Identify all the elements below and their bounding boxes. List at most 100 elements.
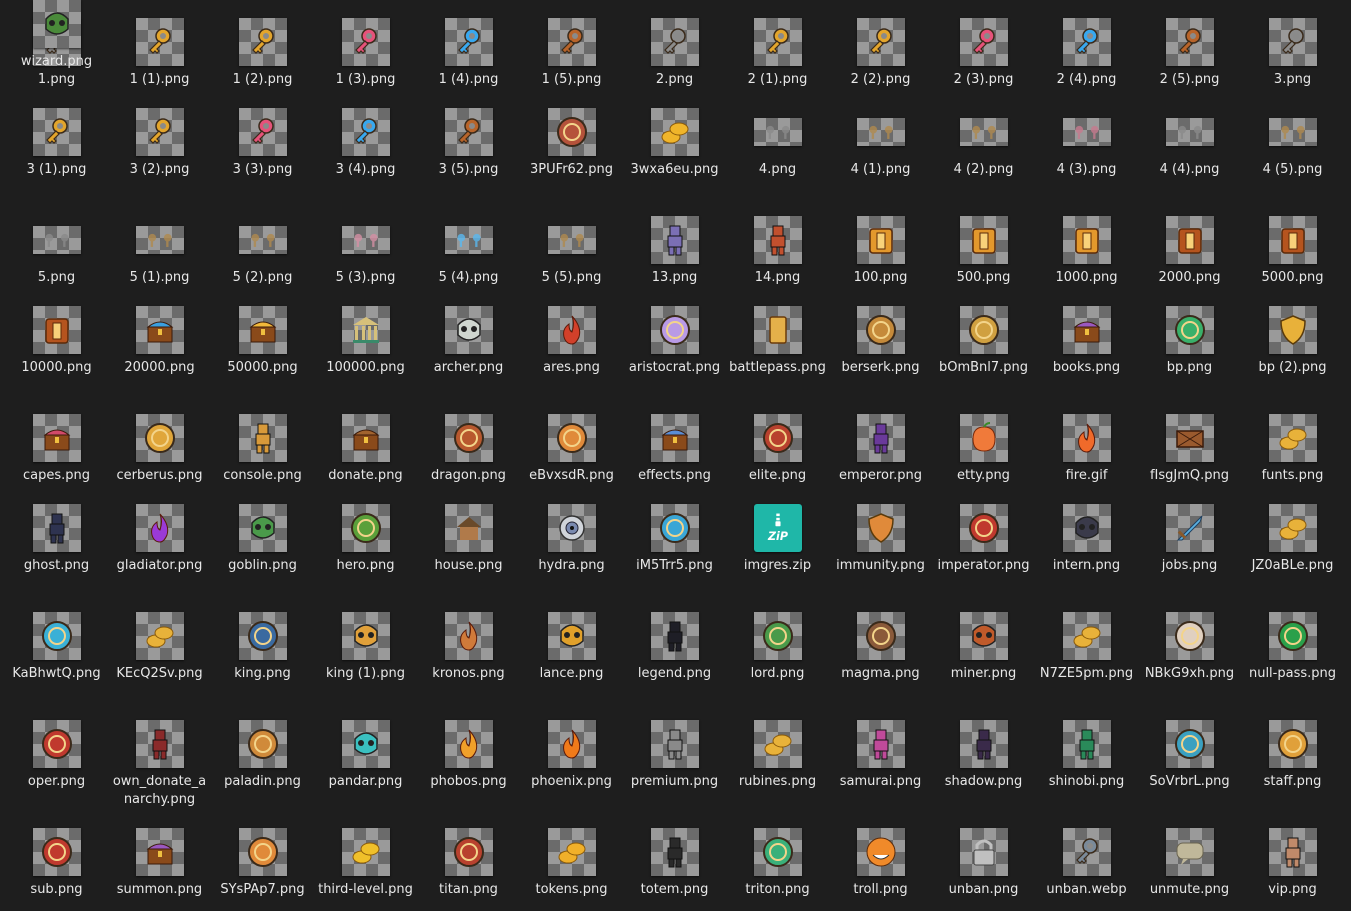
file-item[interactable]: KaBhwtQ.png — [5, 612, 108, 683]
file-item[interactable]: iM5Trr5.png — [623, 504, 726, 575]
file-thumbnail[interactable] — [1165, 306, 1214, 354]
file-thumbnail[interactable] — [547, 306, 596, 354]
file-item[interactable]: shinobi.png — [1035, 720, 1138, 791]
file-thumbnail[interactable] — [1268, 720, 1317, 768]
file-thumbnail[interactable] — [1165, 720, 1214, 768]
file-item[interactable]: emperor.png — [829, 414, 932, 485]
file-item[interactable]: summon.png — [108, 828, 211, 899]
file-item[interactable]: 3 (3).png — [211, 108, 314, 179]
file-item[interactable]: totem.png — [623, 828, 726, 899]
file-thumbnail[interactable] — [1062, 216, 1111, 264]
file-item[interactable]: dragon.png — [417, 414, 520, 485]
file-thumbnail[interactable] — [135, 108, 184, 156]
file-thumbnail[interactable] — [32, 414, 81, 462]
file-thumbnail[interactable] — [1268, 414, 1317, 462]
file-item[interactable]: own_donate_anarchy.png — [108, 720, 211, 809]
file-thumbnail[interactable] — [444, 612, 493, 660]
file-item[interactable]: rubines.png — [726, 720, 829, 791]
file-thumbnail[interactable] — [32, 720, 81, 768]
file-item[interactable]: bp (2).png — [1241, 306, 1344, 377]
file-thumbnail[interactable] — [753, 414, 802, 462]
file-item[interactable]: 4 (5).png — [1241, 108, 1344, 179]
file-thumbnail[interactable] — [1165, 414, 1214, 462]
file-item[interactable]: premium.png — [623, 720, 726, 791]
file-item[interactable]: tokens.png — [520, 828, 623, 899]
file-thumbnail[interactable] — [444, 720, 493, 768]
file-thumbnail[interactable] — [238, 226, 287, 254]
file-thumbnail[interactable] — [856, 828, 905, 876]
file-item[interactable]: 4 (2).png — [932, 108, 1035, 179]
file-item[interactable]: legend.png — [623, 612, 726, 683]
file-thumbnail[interactable] — [959, 18, 1008, 66]
file-item[interactable]: samurai.png — [829, 720, 932, 791]
file-thumbnail[interactable] — [444, 504, 493, 552]
file-thumbnail[interactable] — [444, 108, 493, 156]
file-thumbnail[interactable] — [1165, 216, 1214, 264]
file-item[interactable]: SoVrbrL.png — [1138, 720, 1241, 791]
file-thumbnail[interactable] — [856, 504, 905, 552]
file-thumbnail[interactable] — [444, 18, 493, 66]
file-thumbnail[interactable] — [547, 828, 596, 876]
file-thumbnail[interactable] — [341, 504, 390, 552]
file-thumbnail[interactable] — [753, 216, 802, 264]
file-item[interactable]: 2 (4).png — [1035, 18, 1138, 89]
file-thumbnail[interactable] — [1165, 612, 1214, 660]
file-item[interactable]: 3 (2).png — [108, 108, 211, 179]
file-item[interactable]: 5000.png — [1241, 216, 1344, 287]
file-item[interactable]: bOmBnl7.png — [932, 306, 1035, 377]
file-item[interactable]: intern.png — [1035, 504, 1138, 575]
file-item[interactable]: 3 (4).png — [314, 108, 417, 179]
file-thumbnail[interactable] — [1062, 720, 1111, 768]
file-item[interactable]: 5 (2).png — [211, 216, 314, 287]
file-thumbnail[interactable] — [135, 226, 184, 254]
file-item[interactable]: 50000.png — [211, 306, 314, 377]
file-item[interactable]: books.png — [1035, 306, 1138, 377]
file-thumbnail[interactable] — [32, 828, 81, 876]
file-item[interactable]: 14.png — [726, 216, 829, 287]
file-thumbnail[interactable] — [1268, 306, 1317, 354]
file-item[interactable]: titan.png — [417, 828, 520, 899]
file-item[interactable]: third-level.png — [314, 828, 417, 899]
file-item[interactable]: fIsgJmQ.png — [1138, 414, 1241, 485]
file-item[interactable]: 2000.png — [1138, 216, 1241, 287]
file-item[interactable]: king (1).png — [314, 612, 417, 683]
file-thumbnail[interactable] — [1268, 118, 1317, 146]
file-item[interactable]: triton.png — [726, 828, 829, 899]
file-item[interactable]: pandar.png — [314, 720, 417, 791]
file-thumbnail[interactable] — [238, 612, 287, 660]
file-item[interactable]: imperator.png — [932, 504, 1035, 575]
file-thumbnail[interactable] — [238, 18, 287, 66]
file-thumbnail[interactable] — [959, 118, 1008, 146]
file-item[interactable]: paladin.png — [211, 720, 314, 791]
file-thumbnail[interactable] — [650, 18, 699, 66]
file-thumbnail[interactable] — [341, 414, 390, 462]
file-item[interactable]: etty.png — [932, 414, 1035, 485]
file-item[interactable]: 5 (4).png — [417, 216, 520, 287]
file-item[interactable]: unban.webp — [1035, 828, 1138, 899]
file-item[interactable]: unban.png — [932, 828, 1035, 899]
file-item[interactable]: 100.png — [829, 216, 932, 287]
file-thumbnail[interactable] — [444, 306, 493, 354]
file-item[interactable]: ghost.png — [5, 504, 108, 575]
file-item[interactable]: capes.png — [5, 414, 108, 485]
file-thumbnail[interactable] — [547, 612, 596, 660]
file-thumbnail[interactable] — [856, 216, 905, 264]
file-item[interactable]: hydra.png — [520, 504, 623, 575]
file-item[interactable]: jobs.png — [1138, 504, 1241, 575]
file-item[interactable]: 1 (3).png — [314, 18, 417, 89]
file-thumbnail[interactable] — [238, 720, 287, 768]
file-thumbnail[interactable] — [1165, 18, 1214, 66]
file-item[interactable]: battlepass.png — [726, 306, 829, 377]
file-thumbnail[interactable] — [341, 108, 390, 156]
file-thumbnail[interactable] — [341, 612, 390, 660]
file-thumbnail[interactable] — [753, 118, 802, 146]
file-item[interactable]: 3wxa6eu.png — [623, 108, 726, 179]
file-item[interactable]: 4 (3).png — [1035, 108, 1138, 179]
file-item[interactable]: donate.png — [314, 414, 417, 485]
file-thumbnail[interactable] — [856, 18, 905, 66]
file-thumbnail[interactable] — [135, 414, 184, 462]
file-thumbnail[interactable] — [1062, 414, 1111, 462]
file-thumbnail[interactable] — [135, 612, 184, 660]
file-thumbnail[interactable] — [341, 18, 390, 66]
file-item[interactable]: king.png — [211, 612, 314, 683]
